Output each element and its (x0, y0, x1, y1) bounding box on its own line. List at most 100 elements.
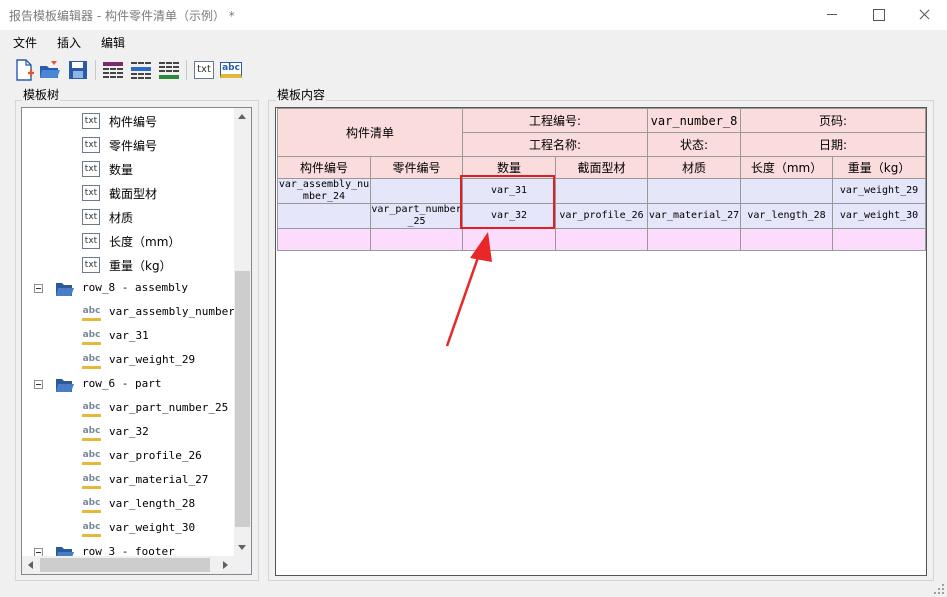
tree-text-item[interactable]: txt 重量（kg） (22, 255, 234, 277)
tree-variable-item[interactable]: abc var_profile_26 (22, 447, 234, 469)
tree-text-item[interactable]: txt 长度（mm） (22, 231, 234, 253)
tree-item-label: var_profile_26 (109, 449, 202, 462)
footer-cell[interactable] (647, 228, 742, 251)
tree-item-label: var_weight_29 (109, 353, 196, 366)
text-field-icon: txt (82, 137, 100, 153)
tree-item-label: 截面型材 (109, 187, 158, 201)
maximize-button[interactable] (855, 0, 901, 30)
close-button[interactable] (901, 0, 947, 30)
scroll-up-icon[interactable] (238, 114, 246, 119)
minimize-button[interactable] (809, 0, 855, 30)
part-weight-cell[interactable]: var_weight_30 (832, 203, 926, 229)
tree-panel-title: 模板树 (22, 86, 61, 103)
variable-field-icon: abc (82, 426, 101, 441)
variable-field-label: abc (220, 62, 242, 78)
variable-field-icon[interactable]: abc (219, 58, 243, 82)
text-field-icon: txt (82, 113, 100, 129)
page-label-cell[interactable]: 页码: (740, 108, 926, 133)
tree-variable-item[interactable]: abc var_32 (22, 423, 234, 445)
report-title-cell[interactable]: 构件清单 (276, 108, 464, 157)
table-green-icon[interactable] (157, 58, 181, 82)
part-material-cell[interactable]: var_material_27 (647, 203, 742, 229)
tree-variable-item[interactable]: abc var_length_28 (22, 495, 234, 517)
empty-cell[interactable] (369, 178, 464, 204)
tree-item-label: var_length_28 (109, 497, 196, 510)
date-label-cell[interactable]: 日期: (740, 132, 926, 157)
template-canvas[interactable]: 构件清单 工程编号: var_number_8 页码: 工程名称: 状态: 日期… (275, 107, 927, 576)
tree-text-item[interactable]: txt 材质 (22, 207, 234, 229)
empty-cell[interactable] (555, 178, 649, 204)
tree-folder-row[interactable]: row_8 - assembly (22, 279, 234, 301)
text-field-icon: txt (82, 185, 100, 201)
scroll-down-icon[interactable] (238, 545, 246, 550)
assembly-number-cell[interactable]: var_assembly_number_24 (277, 178, 371, 204)
column-header-material[interactable]: 材质 (647, 156, 742, 179)
new-file-icon[interactable] (12, 58, 36, 82)
tree-item-label: 数量 (109, 163, 134, 177)
scroll-left-icon[interactable] (28, 561, 33, 569)
part-number-cell[interactable]: var_part_number_25 (369, 203, 464, 229)
footer-cell[interactable] (555, 228, 649, 251)
variable-field-icon: abc (82, 498, 101, 513)
scroll-corner (234, 556, 251, 574)
table-icon[interactable] (101, 58, 125, 82)
table-blue-icon[interactable] (129, 58, 153, 82)
text-field-icon[interactable]: txt (192, 58, 216, 82)
tree-text-item[interactable]: txt 零件编号 (22, 135, 234, 157)
collapse-icon[interactable] (34, 380, 43, 389)
tree-item-label: 零件编号 (109, 139, 158, 153)
project-no-label-cell[interactable]: 工程编号: (462, 108, 649, 133)
status-label-cell[interactable]: 状态: (647, 132, 742, 157)
window-title: 报告模板编辑器 - 构件零件清单（示例） * (9, 9, 235, 23)
footer-cell[interactable] (462, 228, 557, 251)
toolbar-separator (186, 60, 187, 80)
column-header-assembly-number[interactable]: 构件编号 (277, 156, 371, 179)
tree-vertical-scrollbar[interactable] (234, 108, 251, 556)
resize-grip-icon[interactable] (934, 584, 944, 594)
tree-variable-item[interactable]: abc var_31 (22, 327, 234, 349)
tree-variable-item[interactable]: abc var_weight_29 (22, 351, 234, 373)
menu-file[interactable]: 文件 (13, 34, 37, 51)
part-profile-cell[interactable]: var_profile_26 (555, 203, 649, 229)
empty-cell[interactable] (740, 178, 834, 204)
tree-folder-row[interactable]: row_6 - part (22, 375, 234, 397)
collapse-icon[interactable] (34, 284, 43, 293)
save-icon[interactable] (66, 58, 90, 82)
tree-text-item[interactable]: txt 构件编号 (22, 111, 234, 133)
template-tree[interactable]: txt 构件编号 txt 零件编号 txt 数量 txt 截面型材 txt 材质 txt 长度（mm）… (21, 107, 252, 575)
tree-horizontal-scrollbar[interactable] (22, 556, 234, 574)
project-no-value-cell[interactable]: var_number_8 (647, 108, 742, 133)
footer-cell[interactable] (369, 228, 464, 251)
empty-cell[interactable] (277, 203, 371, 229)
tree-text-item[interactable]: txt 截面型材 (22, 183, 234, 205)
menu-edit[interactable]: 编辑 (101, 34, 125, 51)
tree-item-label: var_material_27 (109, 473, 209, 486)
scroll-thumb[interactable] (40, 558, 210, 572)
scroll-right-icon[interactable] (223, 561, 228, 569)
tree-item-label: var_weight_30 (109, 521, 196, 534)
tree-item-label: row_8 - assembly (82, 281, 188, 294)
tree-variable-item[interactable]: abc var_part_number_25 (22, 399, 234, 421)
project-name-label-cell[interactable]: 工程名称: (462, 132, 649, 157)
text-field-icon: txt (82, 161, 100, 177)
part-length-cell[interactable]: var_length_28 (740, 203, 834, 229)
folder-open-icon (56, 379, 74, 392)
open-folder-icon[interactable] (38, 58, 62, 82)
tree-variable-item[interactable]: abc var_assembly_number_24 (22, 303, 251, 325)
footer-cell[interactable] (277, 228, 371, 251)
assembly-weight-cell[interactable]: var_weight_29 (832, 178, 926, 204)
tree-text-item[interactable]: txt 数量 (22, 159, 234, 181)
column-header-part-number[interactable]: 零件编号 (369, 156, 464, 179)
tree-variable-item[interactable]: abc var_material_27 (22, 471, 234, 493)
column-header-profile[interactable]: 截面型材 (555, 156, 649, 179)
tree-variable-item[interactable]: abc var_weight_30 (22, 519, 234, 541)
menu-insert[interactable]: 插入 (57, 34, 81, 51)
column-header-length[interactable]: 长度（mm） (740, 156, 834, 179)
tree-item-label: var_part_number_25 (109, 401, 229, 414)
empty-cell[interactable] (647, 178, 742, 204)
footer-cell[interactable] (832, 228, 926, 251)
tree-item-label: var_assembly_number_24 (109, 305, 252, 318)
scroll-thumb[interactable] (235, 271, 250, 527)
footer-cell[interactable] (740, 228, 834, 251)
column-header-weight[interactable]: 重量（kg） (832, 156, 926, 179)
